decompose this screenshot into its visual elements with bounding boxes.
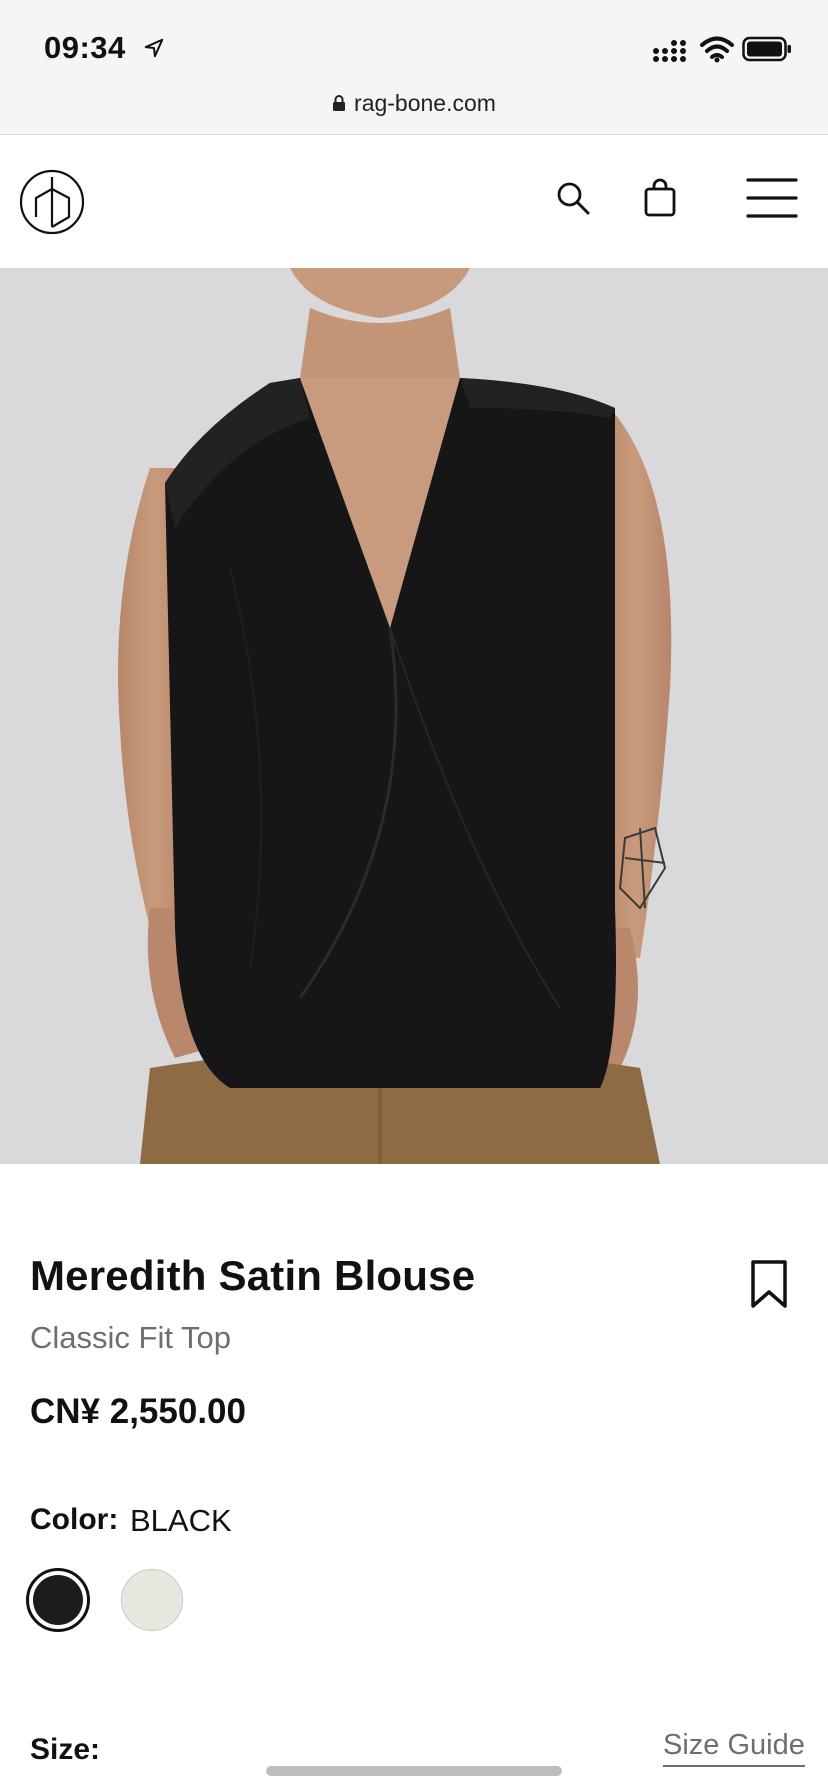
- color-label: Color:: [30, 1503, 119, 1536]
- color-swatch-black-fill: [33, 1575, 83, 1625]
- cellular-signal-icon: [653, 40, 686, 62]
- color-swatch-ivory[interactable]: [121, 1569, 183, 1631]
- size-label: Size:: [30, 1733, 101, 1766]
- status-time: 09:34: [44, 30, 126, 65]
- site-header: [0, 135, 828, 267]
- lock-icon: [333, 95, 346, 111]
- wifi-icon: [700, 36, 734, 63]
- product-subtitle: Classic Fit Top: [30, 1320, 231, 1355]
- color-swatch-black[interactable]: [26, 1568, 90, 1632]
- home-indicator[interactable]: [266, 1766, 562, 1776]
- product-price: CN¥ 2,550.00: [30, 1392, 246, 1431]
- location-arrow-icon: [144, 38, 164, 58]
- shopping-bag-icon[interactable]: [640, 178, 680, 218]
- hamburger-menu-icon[interactable]: [746, 176, 798, 220]
- bookmark-icon[interactable]: [745, 1258, 793, 1310]
- address-bar[interactable]: rag-bone.com: [0, 86, 828, 120]
- brand-logo-icon[interactable]: [19, 169, 85, 235]
- search-icon[interactable]: [555, 180, 591, 216]
- battery-icon: [742, 36, 791, 62]
- address-bar-url: rag-bone.com: [354, 89, 496, 116]
- product-title: Meredith Satin Blouse: [30, 1252, 476, 1299]
- product-image[interactable]: [0, 268, 828, 1164]
- size-guide-link[interactable]: Size Guide: [663, 1729, 805, 1767]
- selected-color-value: BLACK: [130, 1503, 232, 1538]
